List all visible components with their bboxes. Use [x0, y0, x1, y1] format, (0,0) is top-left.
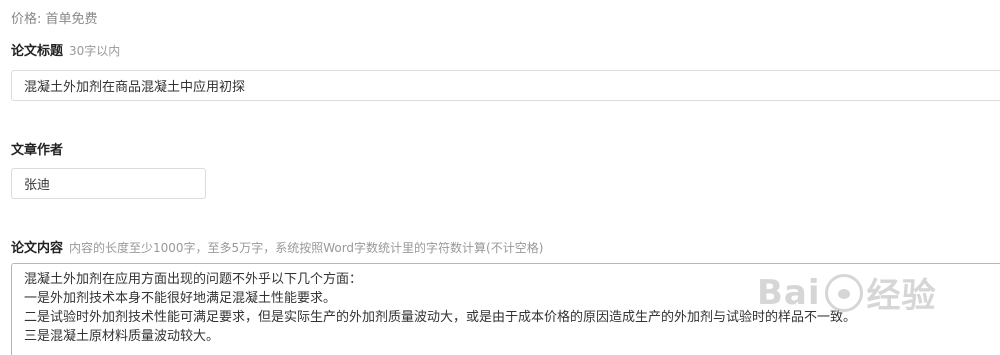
title-input[interactable]: [11, 70, 1000, 101]
content-label: 论文内容: [11, 241, 64, 256]
author-section-label: 文章作者: [11, 139, 63, 158]
content-hint: 内容的长度至少1000字，至多5万字，系统按照Word字数统计里的字符数计算(不…: [69, 241, 544, 255]
price-text: 价格: 首单免费: [11, 12, 98, 27]
title-label: 论文标题: [11, 44, 64, 59]
content-line-4: 三是混凝土原材料质量波动较大。: [24, 329, 220, 344]
author-label: 文章作者: [11, 143, 64, 158]
content-line-1: 混凝土外加剂在应用方面出现的问题不外乎以下几个方面：: [24, 272, 363, 287]
content-section-label: 论文内容 内容的长度至少1000字，至多5万字，系统按照Word字数统计里的字符数…: [11, 237, 543, 256]
title-hint: 30字以内: [69, 44, 121, 58]
author-input[interactable]: [11, 168, 206, 199]
content-textarea[interactable]: 混凝土外加剂在应用方面出现的问题不外乎以下几个方面： 一是外加剂技术本身不能很好…: [11, 263, 1000, 355]
content-line-2: 一是外加剂技术本身不能很好地满足混凝土性能要求。: [24, 291, 337, 306]
title-section-label: 论文标题 30字以内: [11, 40, 120, 59]
content-line-3: 二是试验时外加剂技术性能可满足要求，但是实际生产的外加剂质量波动大，或是由于成本…: [24, 310, 857, 325]
